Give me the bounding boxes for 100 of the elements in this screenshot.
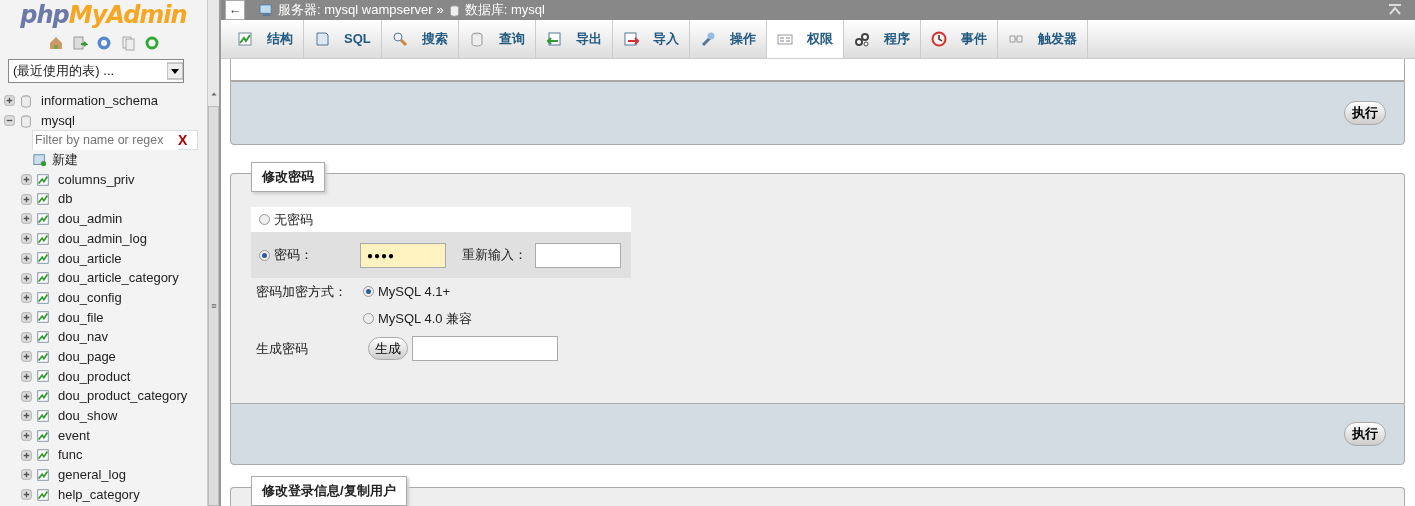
tab[interactable]: 事件 [920,20,998,58]
table-tree-item[interactable]: event [21,425,207,446]
table-tree-item[interactable]: general_log [21,465,207,485]
generate-button[interactable]: 生成 [368,336,408,361]
tab[interactable]: 查询 [458,20,536,58]
tab[interactable]: 导出 [535,20,613,58]
table-tree-item[interactable]: dou_file [21,307,207,328]
tab[interactable]: 搜索 [381,20,459,58]
tab[interactable]: 操作 [689,20,767,58]
database-tree-item[interactable]: information_schema [4,91,207,111]
server-icon [259,2,274,18]
table-tree-item[interactable]: help_category [21,484,207,505]
table-tree-item[interactable]: dou_product [21,366,207,387]
radio-option[interactable]: 无密码 [259,209,313,230]
table-icon [36,172,50,187]
table-icon [36,448,50,463]
radio-button[interactable] [259,249,270,261]
logo[interactable]: phpMyAdmin [0,0,207,27]
expand-icon [21,430,32,442]
table-tree-item[interactable]: dou_nav [21,327,207,347]
tab[interactable]: SQL [304,20,382,58]
field-label: 密码加密方式： [255,283,348,301]
table-tree-item[interactable]: db [21,189,207,210]
table-tree-item[interactable]: columns_priv [21,169,207,190]
breadcrumb-link[interactable]: 数据库: mysql [464,0,545,20]
field-label: 重新输入： [462,246,527,265]
table-icon [36,290,50,305]
scrollbar-thumb[interactable] [208,106,219,506]
reload-icon[interactable] [143,35,160,51]
radio-option[interactable]: 密码： [259,245,360,265]
radio-button[interactable] [363,286,374,298]
table-tree-item[interactable]: dou_page [21,346,207,367]
table-tree-item[interactable]: dou_admin [21,209,207,229]
table-icon [36,467,50,482]
filter-field[interactable]: Filter by name or regex X [32,130,198,151]
tab[interactable]: 程序 [843,20,921,58]
generated-password-field[interactable] [412,336,558,361]
export-icon [545,31,562,47]
table-tree-item[interactable]: func [21,445,207,466]
radio-button[interactable] [259,214,270,225]
expand-icon [21,292,32,304]
table-icon [36,408,50,423]
expand-icon [21,193,32,205]
document-icon[interactable] [71,35,88,51]
table-tree-item[interactable]: dou_admin_log [21,228,207,249]
password-field[interactable]: ●●●● [360,242,446,268]
table-add-icon [32,152,48,167]
table-tree-item[interactable]: dou_config [21,287,207,308]
expand-icon [21,174,32,186]
reenter-password-field[interactable] [535,242,621,268]
expand-icon [21,449,32,461]
database-icon [19,93,33,108]
radio-button[interactable] [363,312,374,324]
expand-icon [21,272,32,284]
section-heading: 修改登录信息/复制用户 [251,476,407,506]
table-tree-item[interactable]: dou_article [21,248,207,269]
table-tree-item[interactable]: dou_product_category [21,386,207,406]
table-icon [36,330,50,345]
expand-icon [21,489,32,501]
back-button[interactable]: ← [225,0,245,20]
table-tree-item[interactable]: dou_article_category [21,268,207,288]
table-icon [36,389,50,404]
database-icon [468,31,485,47]
breadcrumb-link[interactable]: 服务器: mysql wampserver [278,0,433,20]
document-icon [314,31,330,47]
database-icon [447,3,461,17]
expand-icon [21,233,32,245]
expand-icon [21,469,32,481]
radio-option[interactable]: MySQL 4.0 兼容 [363,308,473,328]
table-icon [36,192,50,207]
tab[interactable]: 触发器 [997,20,1088,58]
wrench-icon [699,31,716,47]
breadcrumb-separator: » [436,1,444,20]
expand-icon [21,331,32,343]
gears-icon [853,31,870,47]
table-icon [36,231,50,246]
submit-button[interactable]: 执行 [1344,422,1386,446]
table-tree-item[interactable]: dou_show [21,406,207,426]
recent-tables-dropdown[interactable]: (最近使用的表) ... [8,59,184,83]
table-icon [36,271,50,286]
clock-icon [930,31,947,47]
home-icon[interactable] [47,35,64,51]
new-table-link[interactable]: 新建 [32,150,207,170]
tab[interactable]: 权限 [766,20,844,58]
expand-icon [21,252,32,264]
database-icon [19,113,33,128]
copy-icon[interactable] [119,35,136,51]
database-tree-item[interactable]: mysql [4,110,207,131]
expand-icon [21,370,32,382]
table-icon [36,251,50,266]
tab[interactable]: 导入 [612,20,690,58]
clear-filter-button[interactable]: X [178,129,188,151]
tab[interactable]: 结构 [227,20,304,58]
submit-button[interactable]: 执行 [1344,101,1386,125]
radio-option[interactable]: MySQL 4.1+ [363,282,473,302]
expand-icon [21,410,32,422]
search-icon [391,31,408,47]
table-icon [36,428,50,443]
dropdown-arrow-icon [167,61,183,81]
help-icon[interactable] [95,35,112,51]
